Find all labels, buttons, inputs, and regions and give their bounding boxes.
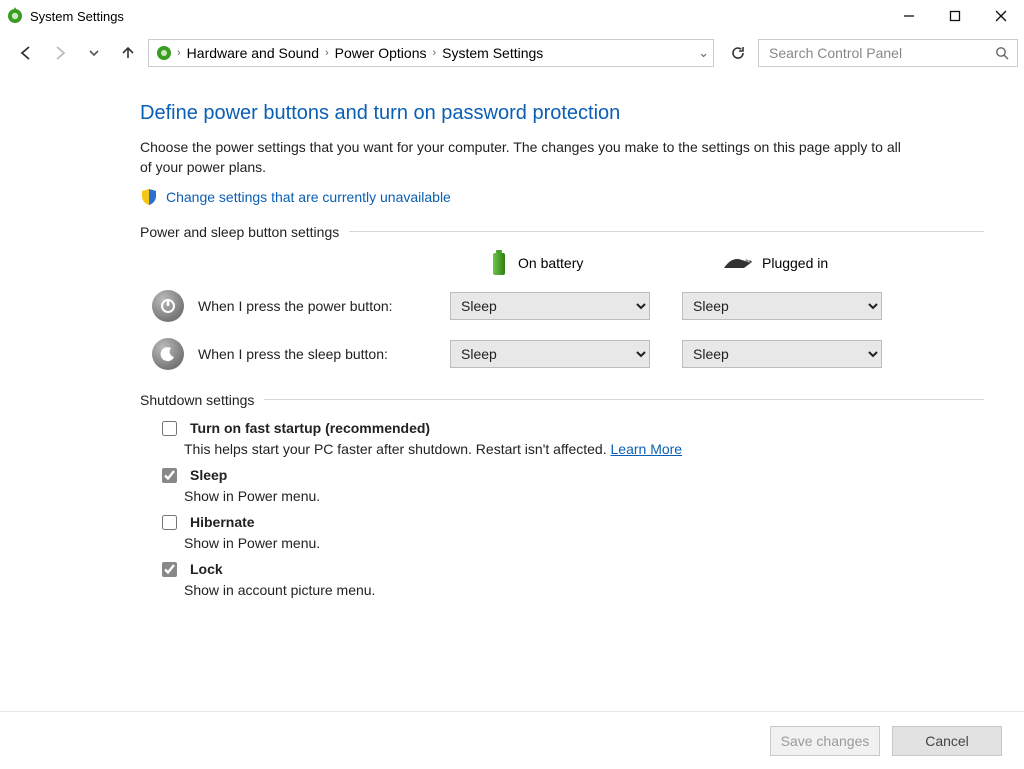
lock-checkbox[interactable]	[162, 562, 177, 577]
lock-option-sub: Show in account picture menu.	[184, 582, 984, 598]
refresh-button[interactable]	[724, 39, 752, 67]
fast-startup-checkbox[interactable]	[162, 421, 177, 436]
navbar: › Hardware and Sound › Power Options › S…	[0, 32, 1024, 74]
fast-startup-sub: This helps start your PC faster after sh…	[184, 441, 611, 457]
power-button-plugged-select[interactable]: Sleep	[682, 292, 882, 320]
sleep-button-battery-select[interactable]: Sleep	[450, 340, 650, 368]
window-title: System Settings	[30, 9, 124, 24]
sleep-checkbox[interactable]	[162, 468, 177, 483]
breadcrumb-system-settings[interactable]: System Settings	[440, 45, 545, 61]
option-lock: Lock Show in account picture menu.	[158, 559, 984, 598]
main-content: Define power buttons and turn on passwor…	[0, 74, 1024, 598]
cancel-button[interactable]: Cancel	[892, 726, 1002, 756]
chevron-right-icon: ›	[325, 47, 329, 59]
option-hibernate: Hibernate Show in Power menu.	[158, 512, 984, 551]
chevron-right-icon: ›	[432, 47, 436, 59]
page-title: Define power buttons and turn on passwor…	[140, 102, 984, 125]
section-shutdown-label: Shutdown settings	[140, 392, 254, 408]
column-plugged-in: Plugged in	[702, 250, 902, 276]
sleep-button-plugged-select[interactable]: Sleep	[682, 340, 882, 368]
row-power-button-label: When I press the power button:	[198, 298, 393, 314]
save-changes-button[interactable]: Save changes	[770, 726, 880, 756]
close-button[interactable]	[978, 0, 1024, 32]
search-input[interactable]	[767, 44, 989, 62]
breadcrumb-power-options[interactable]: Power Options	[333, 45, 429, 61]
power-button-battery-select[interactable]: Sleep	[450, 292, 650, 320]
column-on-battery-label: On battery	[518, 255, 583, 271]
column-on-battery: On battery	[470, 250, 670, 276]
section-shutdown: Shutdown settings	[140, 392, 984, 408]
address-bar[interactable]: › Hardware and Sound › Power Options › S…	[148, 39, 714, 67]
learn-more-link[interactable]: Learn More	[611, 441, 683, 457]
section-power-sleep: Power and sleep button settings	[140, 224, 984, 240]
shield-icon	[140, 188, 158, 206]
sleep-icon	[152, 338, 184, 370]
forward-button[interactable]	[46, 39, 74, 67]
power-icon	[152, 290, 184, 322]
back-button[interactable]	[12, 39, 40, 67]
titlebar: System Settings	[0, 0, 1024, 32]
lock-option-label: Lock	[190, 561, 223, 577]
breadcrumb-hardware-sound[interactable]: Hardware and Sound	[185, 45, 321, 61]
page-intro: Choose the power settings that you want …	[140, 137, 910, 178]
chevron-right-icon: ›	[177, 47, 181, 59]
row-sleep-button-label: When I press the sleep button:	[198, 346, 388, 362]
change-settings-link[interactable]: Change settings that are currently unava…	[166, 189, 451, 205]
maximize-button[interactable]	[932, 0, 978, 32]
section-power-sleep-label: Power and sleep button settings	[140, 224, 339, 240]
row-sleep-button: When I press the sleep button:	[140, 338, 450, 370]
option-sleep: Sleep Show in Power menu.	[158, 465, 984, 504]
row-power-button: When I press the power button:	[140, 290, 450, 322]
battery-icon	[490, 250, 508, 276]
footer: Save changes Cancel	[0, 711, 1024, 769]
fast-startup-label: Turn on fast startup (recommended)	[190, 420, 430, 436]
search-icon	[995, 46, 1009, 60]
chevron-down-icon[interactable]: ⌄	[698, 45, 709, 61]
up-button[interactable]	[114, 39, 142, 67]
column-plugged-in-label: Plugged in	[762, 255, 828, 271]
plug-icon	[722, 254, 752, 272]
sleep-option-sub: Show in Power menu.	[184, 488, 984, 504]
sleep-option-label: Sleep	[190, 467, 227, 483]
hibernate-checkbox[interactable]	[162, 515, 177, 530]
search-box[interactable]	[758, 39, 1018, 67]
hibernate-option-sub: Show in Power menu.	[184, 535, 984, 551]
option-fast-startup: Turn on fast startup (recommended) This …	[158, 418, 984, 457]
app-icon	[6, 7, 24, 25]
hibernate-option-label: Hibernate	[190, 514, 255, 530]
minimize-button[interactable]	[886, 0, 932, 32]
recent-locations-button[interactable]	[80, 39, 108, 67]
control-panel-icon	[155, 44, 173, 62]
